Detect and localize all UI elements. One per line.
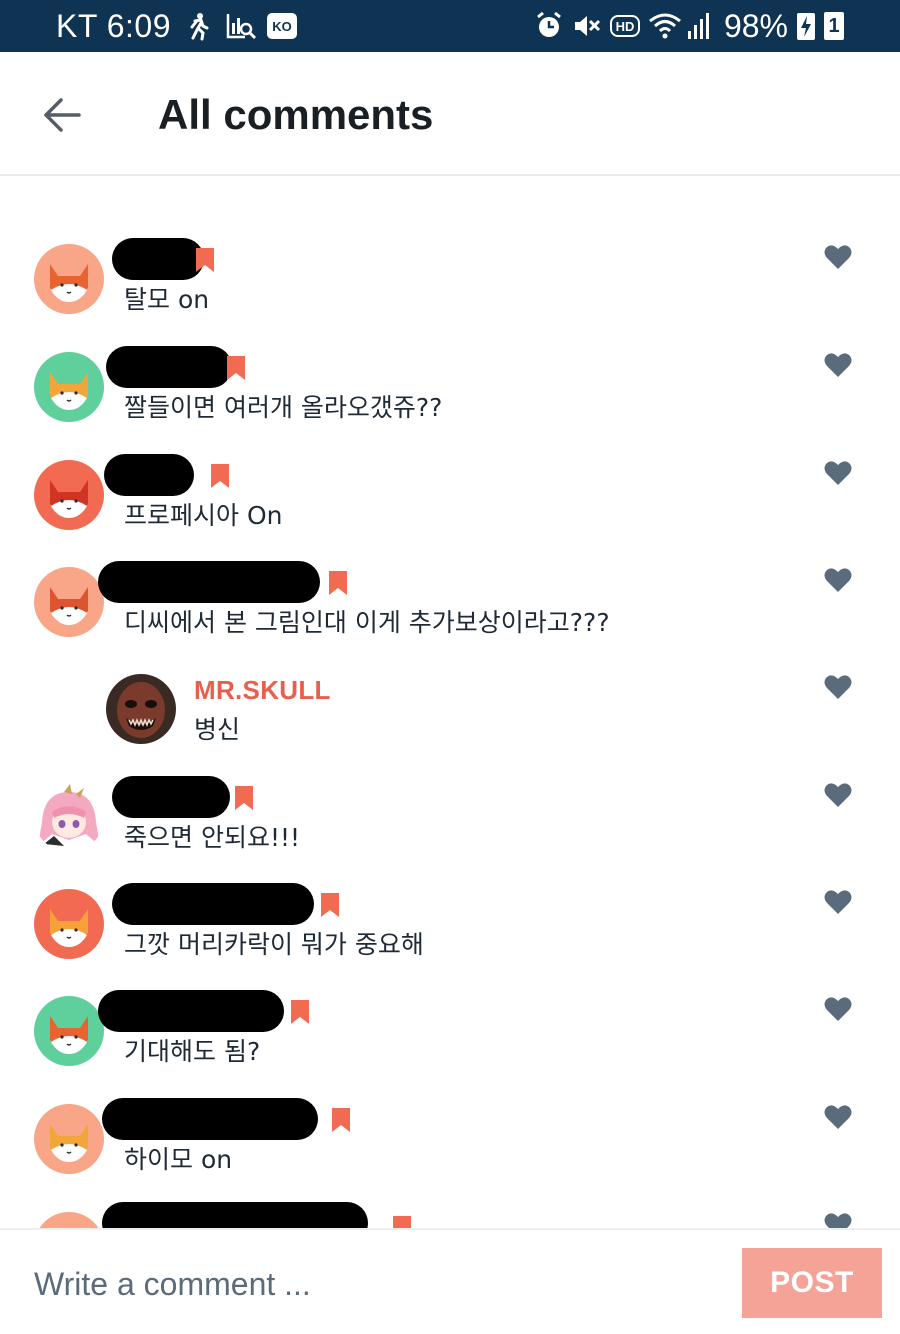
like-heart-icon[interactable] [824, 889, 852, 915]
like-heart-icon[interactable] [824, 782, 852, 808]
redacted-username[interactable] [104, 454, 194, 496]
redacted-username[interactable] [98, 990, 284, 1032]
like-heart-icon[interactable] [824, 244, 852, 270]
ime-ko-badge: KO [266, 13, 297, 39]
running-person-icon [183, 11, 213, 41]
bookmark-badge-icon [226, 356, 246, 380]
bookmark-badge-icon [195, 248, 215, 272]
comment-text: 짤들이면 여러개 올라오갰쥬?? [124, 393, 443, 422]
fox-avatar-icon[interactable] [34, 244, 104, 314]
mute-icon [572, 11, 602, 41]
fox-avatar-icon[interactable] [34, 1104, 104, 1174]
bookmark-badge-icon [392, 1216, 412, 1228]
comment-text: 병신 [194, 715, 241, 744]
skull-avatar[interactable] [106, 674, 176, 744]
like-heart-icon[interactable] [824, 996, 852, 1022]
battery-charging-icon [796, 11, 816, 41]
fox-avatar-icon[interactable] [34, 996, 104, 1066]
redacted-username[interactable] [112, 238, 204, 280]
like-heart-icon[interactable] [824, 352, 852, 378]
redacted-username[interactable] [102, 1202, 368, 1228]
fox-avatar-icon[interactable] [34, 1212, 104, 1228]
comment-text: 그깟 머리카락이 뭐가 중요해 [124, 930, 424, 959]
back-button[interactable] [36, 90, 86, 140]
like-heart-icon[interactable] [824, 1212, 852, 1228]
bookmark-badge-icon [331, 1108, 351, 1132]
comment-text: 탈모 on [124, 285, 210, 314]
like-heart-icon[interactable] [824, 1104, 852, 1130]
alarm-icon [534, 11, 564, 41]
like-heart-icon[interactable] [824, 460, 852, 486]
bookmark-badge-icon [210, 464, 230, 488]
comment-item: 짤들이면 여러개 올라오갰쥬?? [0, 346, 900, 452]
sim-slot-badge: 1 [824, 12, 844, 40]
comment-text: 디씨에서 본 그림인대 이게 추가보상이라고??? [124, 608, 610, 637]
redacted-username[interactable] [102, 1098, 318, 1140]
fox-avatar-icon[interactable] [34, 460, 104, 530]
page-title: All comments [158, 91, 434, 138]
hd-voice-icon: HD [609, 15, 640, 37]
redacted-username[interactable] [106, 346, 232, 388]
signal-icon [686, 11, 716, 41]
comment-item: 그깟 머리카락이 뭐가 중요해 [0, 883, 900, 989]
post-button[interactable]: POST [742, 1248, 882, 1318]
redacted-username[interactable] [98, 561, 320, 603]
redacted-username[interactable] [112, 883, 314, 925]
comment-composer: POST [0, 1228, 900, 1334]
comment-item-partial [0, 1202, 900, 1228]
comment-item: 기대해도 됨? [0, 990, 900, 1096]
app-header: All comments [0, 52, 900, 176]
bookmark-badge-icon [290, 1000, 310, 1024]
comment-item: 프로페시아 On [0, 454, 900, 560]
battery-percent: 98% [723, 8, 788, 44]
comment-item: 디씨에서 본 그림인대 이게 추가보상이라고??? [0, 561, 900, 667]
carrier-time: KT 6:09 [56, 8, 171, 44]
like-heart-icon[interactable] [824, 567, 852, 593]
redacted-username[interactable] [112, 776, 230, 818]
arrow-left-icon [44, 98, 81, 132]
comment-input[interactable] [34, 1256, 714, 1312]
bookmark-badge-icon [328, 571, 348, 595]
status-bar: KT 6:09 KO HD 98% 1 [0, 0, 900, 52]
bookmark-badge-icon [320, 893, 340, 917]
fox-avatar-icon[interactable] [34, 567, 104, 637]
bookmark-badge-icon [234, 786, 254, 810]
status-bar-left: KT 6:09 KO [56, 8, 297, 44]
reply-comment-item: MR.SKULL 병신 [0, 674, 900, 774]
wifi-icon [648, 11, 681, 41]
comments-list[interactable]: 탈모 on 짤들이면 여러개 올라오갰쥬?? 프로페시아 On 디씨에서 본 그림인대… [0, 178, 900, 1228]
comment-text: 프로페시아 On [124, 501, 283, 530]
fox-avatar-icon[interactable] [34, 889, 104, 959]
status-bar-right: HD 98% 1 [534, 8, 844, 44]
comment-username[interactable]: MR.SKULL [194, 674, 331, 706]
anime-girl-avatar[interactable] [34, 782, 104, 852]
comment-text: 하이모 on [124, 1145, 233, 1174]
comment-item: 하이모 on [0, 1098, 900, 1204]
chart-search-icon [225, 11, 257, 41]
comment-item: 탈모 on [0, 238, 900, 344]
comment-text: 기대해도 됨? [124, 1037, 261, 1066]
like-heart-icon[interactable] [824, 674, 852, 700]
fox-avatar-icon[interactable] [34, 352, 104, 422]
comment-item: 죽으면 안되요!!! [0, 776, 900, 882]
comment-text: 죽으면 안되요!!! [124, 823, 301, 852]
